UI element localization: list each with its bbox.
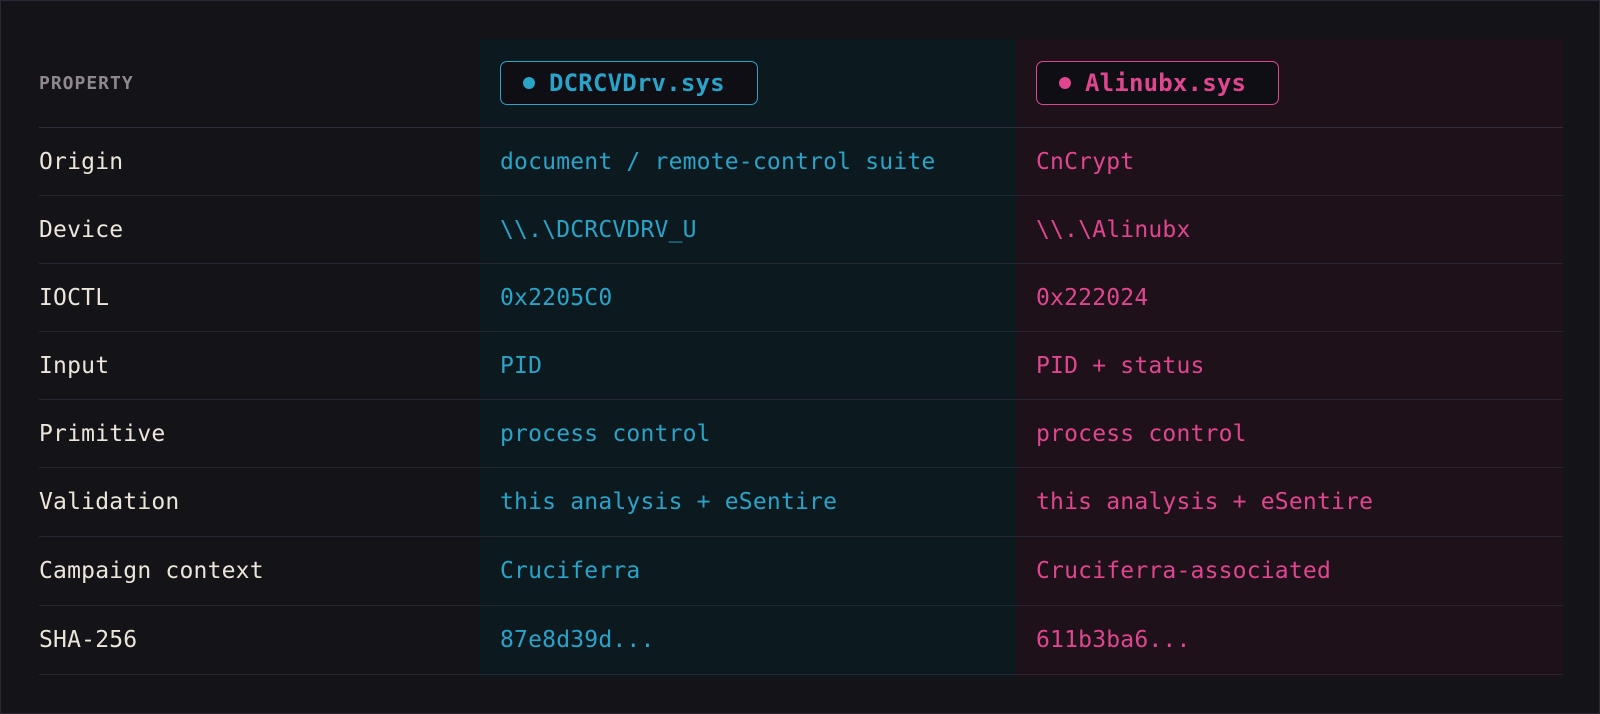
driver-a-cell: 87e8d39d... bbox=[500, 627, 655, 653]
driver-b-cell: 611b3ba6... bbox=[1036, 627, 1191, 653]
table-row: Primitive process control process contro… bbox=[39, 400, 1563, 468]
property-cell: IOCTL bbox=[39, 284, 110, 311]
driver-a-dot-icon bbox=[523, 77, 535, 89]
driver-b-cell: process control bbox=[1036, 420, 1247, 447]
property-cell: SHA-256 bbox=[39, 627, 138, 653]
driver-b-cell: \\.\Alinubx bbox=[1036, 216, 1191, 243]
table-header-row: PROPERTY DCRCVDrv.sys Alinubx.sys bbox=[39, 39, 1563, 128]
table-row: Campaign context Cruciferra Cruciferra-a… bbox=[39, 537, 1563, 606]
driver-a-cell: Cruciferra bbox=[500, 558, 641, 584]
driver-a-name: DCRCVDrv.sys bbox=[549, 69, 725, 97]
property-cell: Device bbox=[39, 216, 124, 243]
driver-b-dot-icon bbox=[1059, 77, 1071, 89]
property-cell: Origin bbox=[39, 148, 124, 175]
driver-a-cell: \\.\DCRCVDRV_U bbox=[500, 216, 697, 243]
driver-a-cell: PID bbox=[500, 352, 543, 379]
driver-b-cell: Cruciferra-associated bbox=[1036, 558, 1331, 584]
driver-b-cell: 0x222024 bbox=[1036, 284, 1149, 311]
driver-a-badge: DCRCVDrv.sys bbox=[500, 61, 758, 105]
driver-a-cell: this analysis + eSentire bbox=[500, 489, 838, 515]
driver-a-cell: 0x2205C0 bbox=[500, 284, 613, 311]
driver-b-badge: Alinubx.sys bbox=[1036, 61, 1280, 105]
table-row: SHA-256 87e8d39d... 611b3ba6... bbox=[39, 606, 1563, 675]
table-row: Input PID PID + status bbox=[39, 332, 1563, 400]
driver-b-cell: this analysis + eSentire bbox=[1036, 489, 1374, 515]
driver-a-cell: document / remote-control suite bbox=[500, 148, 936, 175]
table-row: Origin document / remote-control suite C… bbox=[39, 128, 1563, 196]
comparison-panel: PROPERTY DCRCVDrv.sys Alinubx.sys Origin… bbox=[0, 0, 1600, 714]
driver-b-name: Alinubx.sys bbox=[1085, 69, 1247, 97]
property-cell: Validation bbox=[39, 489, 180, 515]
property-header-label: PROPERTY bbox=[39, 72, 134, 94]
driver-b-cell: PID + status bbox=[1036, 352, 1205, 379]
table-row: IOCTL 0x2205C0 0x222024 bbox=[39, 264, 1563, 332]
driver-b-column-header: Alinubx.sys bbox=[1036, 39, 1280, 127]
table-row: Validation this analysis + eSentire this… bbox=[39, 468, 1563, 537]
driver-comparison-table: PROPERTY DCRCVDrv.sys Alinubx.sys Origin… bbox=[39, 39, 1563, 677]
driver-a-cell: process control bbox=[500, 420, 711, 447]
property-cell: Primitive bbox=[39, 420, 166, 447]
driver-b-cell: CnCrypt bbox=[1036, 148, 1135, 175]
property-cell: Input bbox=[39, 352, 110, 379]
table-row: Device \\.\DCRCVDRV_U \\.\Alinubx bbox=[39, 196, 1563, 264]
property-cell: Campaign context bbox=[39, 558, 264, 584]
property-column-header: PROPERTY bbox=[39, 39, 134, 127]
driver-a-column-header: DCRCVDrv.sys bbox=[500, 39, 758, 127]
